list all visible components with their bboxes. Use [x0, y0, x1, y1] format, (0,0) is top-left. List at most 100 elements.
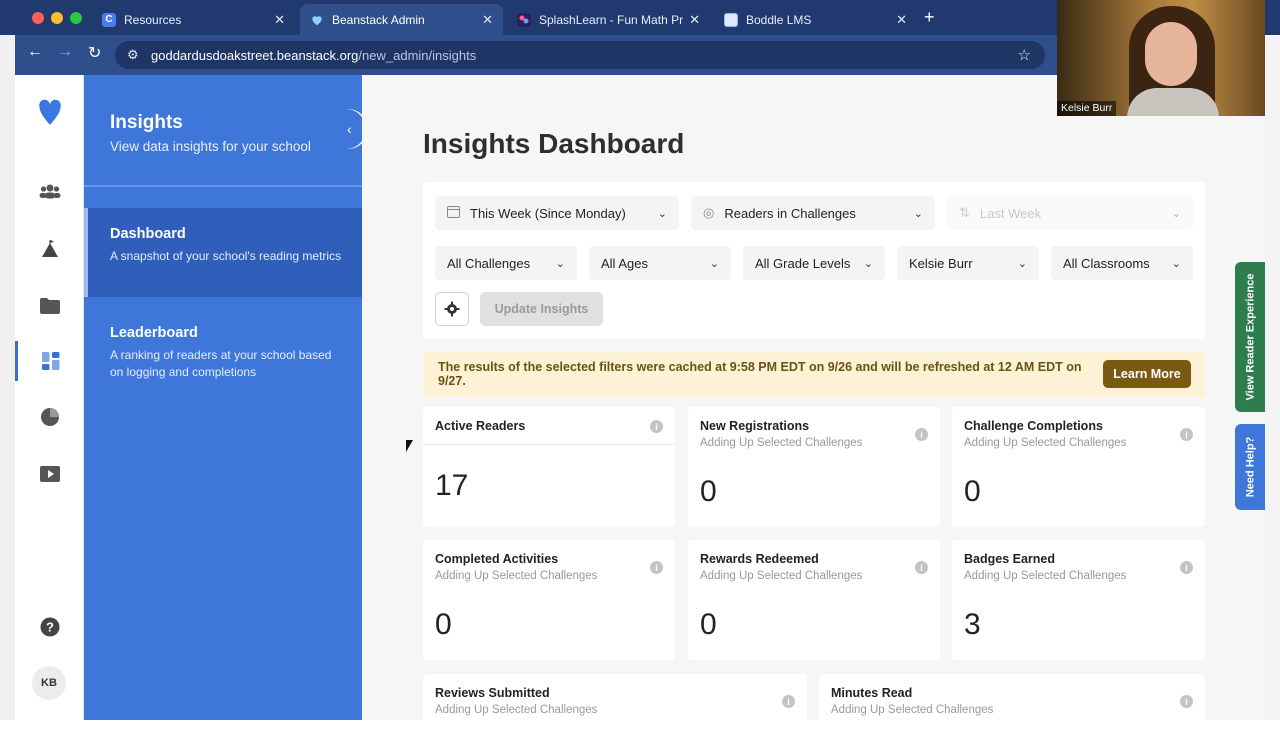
sidebar-item-dashboard[interactable]: Dashboard A snapshot of your school's re… [84, 208, 362, 297]
new-tab-button[interactable]: + [924, 7, 935, 28]
card-subtitle: Adding Up Selected Challenges [831, 704, 994, 716]
chevron-down-icon: ⌄ [1017, 257, 1027, 270]
update-insights-button[interactable]: Update Insights [480, 292, 603, 326]
nav-item-title: Leaderboard [110, 325, 198, 341]
nav-item-title: Dashboard [110, 226, 186, 242]
target-icon: ◎ [703, 205, 715, 220]
info-icon[interactable]: i [915, 428, 928, 441]
url-path: /new_admin/insights [358, 47, 477, 63]
side-tab-label: Need Help? [1244, 436, 1257, 498]
info-icon[interactable]: i [1180, 561, 1193, 574]
site-settings-icon[interactable]: ⚙ [127, 47, 139, 63]
window-edge-right [1265, 0, 1280, 720]
notice-text: The results of the selected filters were… [438, 360, 1082, 388]
card-title: New Registrations [700, 419, 810, 433]
info-icon[interactable]: i [1180, 428, 1193, 441]
metric-card-active-readers: Active Readers i 17 [423, 407, 675, 527]
browser-tab-boddle[interactable]: Boddle LMS ✕ [714, 4, 917, 35]
chevron-down-icon: ⌄ [1171, 207, 1181, 220]
ages-select[interactable]: All Ages ⌄ [589, 246, 731, 280]
settings-gear-button[interactable] [435, 292, 469, 326]
teacher-select[interactable]: Kelsie Burr ⌄ [897, 246, 1039, 280]
compare-icon: ⇅ [959, 205, 970, 220]
metric-card-rewards-redeemed: Rewards Redeemed Adding Up Selected Chal… [688, 540, 940, 660]
panel-title: Insights [110, 112, 183, 133]
pie-chart-icon[interactable] [15, 397, 84, 437]
user-avatar[interactable]: KB [32, 666, 66, 700]
classrooms-select[interactable]: All Classrooms ⌄ [1051, 246, 1193, 280]
beanstack-logo-icon[interactable] [15, 89, 84, 133]
window-close-dot[interactable] [32, 12, 44, 24]
calendar-icon [447, 205, 460, 221]
chevron-down-icon: ⌄ [657, 207, 667, 220]
grade-levels-select[interactable]: All Grade Levels ⌄ [743, 246, 885, 280]
metric-card-minutes-read: Minutes Read Adding Up Selected Challeng… [819, 674, 1205, 734]
close-icon[interactable]: ✕ [482, 12, 493, 28]
browser-tab-resources[interactable]: C Resources ✕ [92, 4, 295, 35]
card-value: 3 [964, 608, 981, 641]
window-minimize-dot[interactable] [51, 12, 63, 24]
screen: C Resources ✕ Beanstack Admin ✕ SplashLe… [0, 0, 1280, 734]
back-arrow-icon[interactable]: ← [27, 43, 43, 61]
info-icon[interactable]: i [915, 561, 928, 574]
metric-card-new-registrations: New Registrations Adding Up Selected Cha… [688, 407, 940, 527]
window-zoom-dot[interactable] [70, 12, 82, 24]
learn-more-button[interactable]: Learn More [1103, 360, 1191, 388]
card-value: 17 [435, 469, 469, 502]
select-value: This Week (Since Monday) [470, 205, 626, 221]
browser-tab-splashlearn[interactable]: SplashLearn - Fun Math Practi ✕ [507, 4, 710, 35]
tab-title: Resources [124, 12, 182, 27]
users-icon[interactable] [15, 171, 84, 211]
dashboard-grid-icon[interactable] [15, 341, 84, 381]
card-title: Rewards Redeemed [700, 552, 819, 566]
info-icon[interactable]: i [650, 420, 663, 433]
nav-item-description: A snapshot of your school's reading metr… [110, 249, 342, 263]
chevron-down-icon: ⌄ [913, 207, 923, 220]
close-icon[interactable]: ✕ [689, 12, 700, 28]
close-icon[interactable]: ✕ [896, 12, 907, 28]
url-host: goddardusdoakstreet.beanstack.org [151, 47, 359, 63]
metric-scope-select[interactable]: ◎ Readers in Challenges ⌄ [691, 196, 935, 230]
card-subtitle: Adding Up Selected Challenges [964, 437, 1127, 449]
tab-title: Boddle LMS [746, 12, 812, 27]
select-value: All Grade Levels [755, 255, 851, 271]
info-icon[interactable]: i [650, 561, 663, 574]
close-icon[interactable]: ✕ [274, 12, 285, 28]
chevron-down-icon: ⌄ [863, 257, 873, 270]
select-value: All Ages [601, 255, 648, 271]
address-bar[interactable]: ⚙ goddardusdoakstreet.beanstack.org/new_… [115, 41, 1045, 69]
card-value: 0 [964, 475, 981, 508]
forward-arrow-icon[interactable]: → [57, 43, 73, 61]
sidebar-item-leaderboard[interactable]: Leaderboard A ranking of readers at your… [84, 325, 362, 395]
metric-card-reviews-submitted: Reviews Submitted Adding Up Selected Cha… [423, 674, 807, 734]
need-help-tab[interactable]: Need Help? [1235, 424, 1265, 510]
info-icon[interactable]: i [782, 695, 795, 708]
card-value: 0 [700, 475, 717, 508]
mountain-flag-icon[interactable] [15, 229, 84, 269]
heart-icon [310, 13, 324, 27]
bookmark-star-icon[interactable]: ☆ [1018, 46, 1031, 64]
view-reader-experience-tab[interactable]: View Reader Experience [1235, 262, 1265, 412]
compare-period-select[interactable]: ⇅ Last Week ⌄ [947, 196, 1193, 230]
reload-icon[interactable]: ↻ [88, 43, 101, 63]
card-title: Minutes Read [831, 686, 913, 700]
gear-icon [444, 301, 460, 317]
panel-subtitle: View data insights for your school [110, 139, 311, 154]
challenges-select[interactable]: All Challenges ⌄ [435, 246, 577, 280]
folder-icon[interactable] [15, 286, 84, 326]
webcam-person-face [1145, 22, 1197, 86]
select-value: Readers in Challenges [724, 205, 856, 221]
video-play-icon[interactable] [15, 454, 84, 494]
browser-tab-beanstack[interactable]: Beanstack Admin ✕ [300, 4, 503, 35]
chevron-down-icon: ⌄ [709, 257, 719, 270]
card-subtitle: Adding Up Selected Challenges [700, 570, 863, 582]
card-title: Reviews Submitted [435, 686, 550, 700]
browser-toolbar: ← → ↻ ⚙ goddardusdoakstreet.beanstack.or… [15, 35, 1065, 75]
side-tab-label: View Reader Experience [1244, 273, 1257, 401]
card-title: Completed Activities [435, 552, 559, 566]
info-icon[interactable]: i [1180, 695, 1193, 708]
help-question-icon[interactable]: ? [15, 607, 84, 647]
metric-card-badges-earned: Badges Earned Adding Up Selected Challen… [952, 540, 1205, 660]
date-range-select[interactable]: This Week (Since Monday) ⌄ [435, 196, 679, 230]
c-logo-icon: C [102, 12, 116, 27]
